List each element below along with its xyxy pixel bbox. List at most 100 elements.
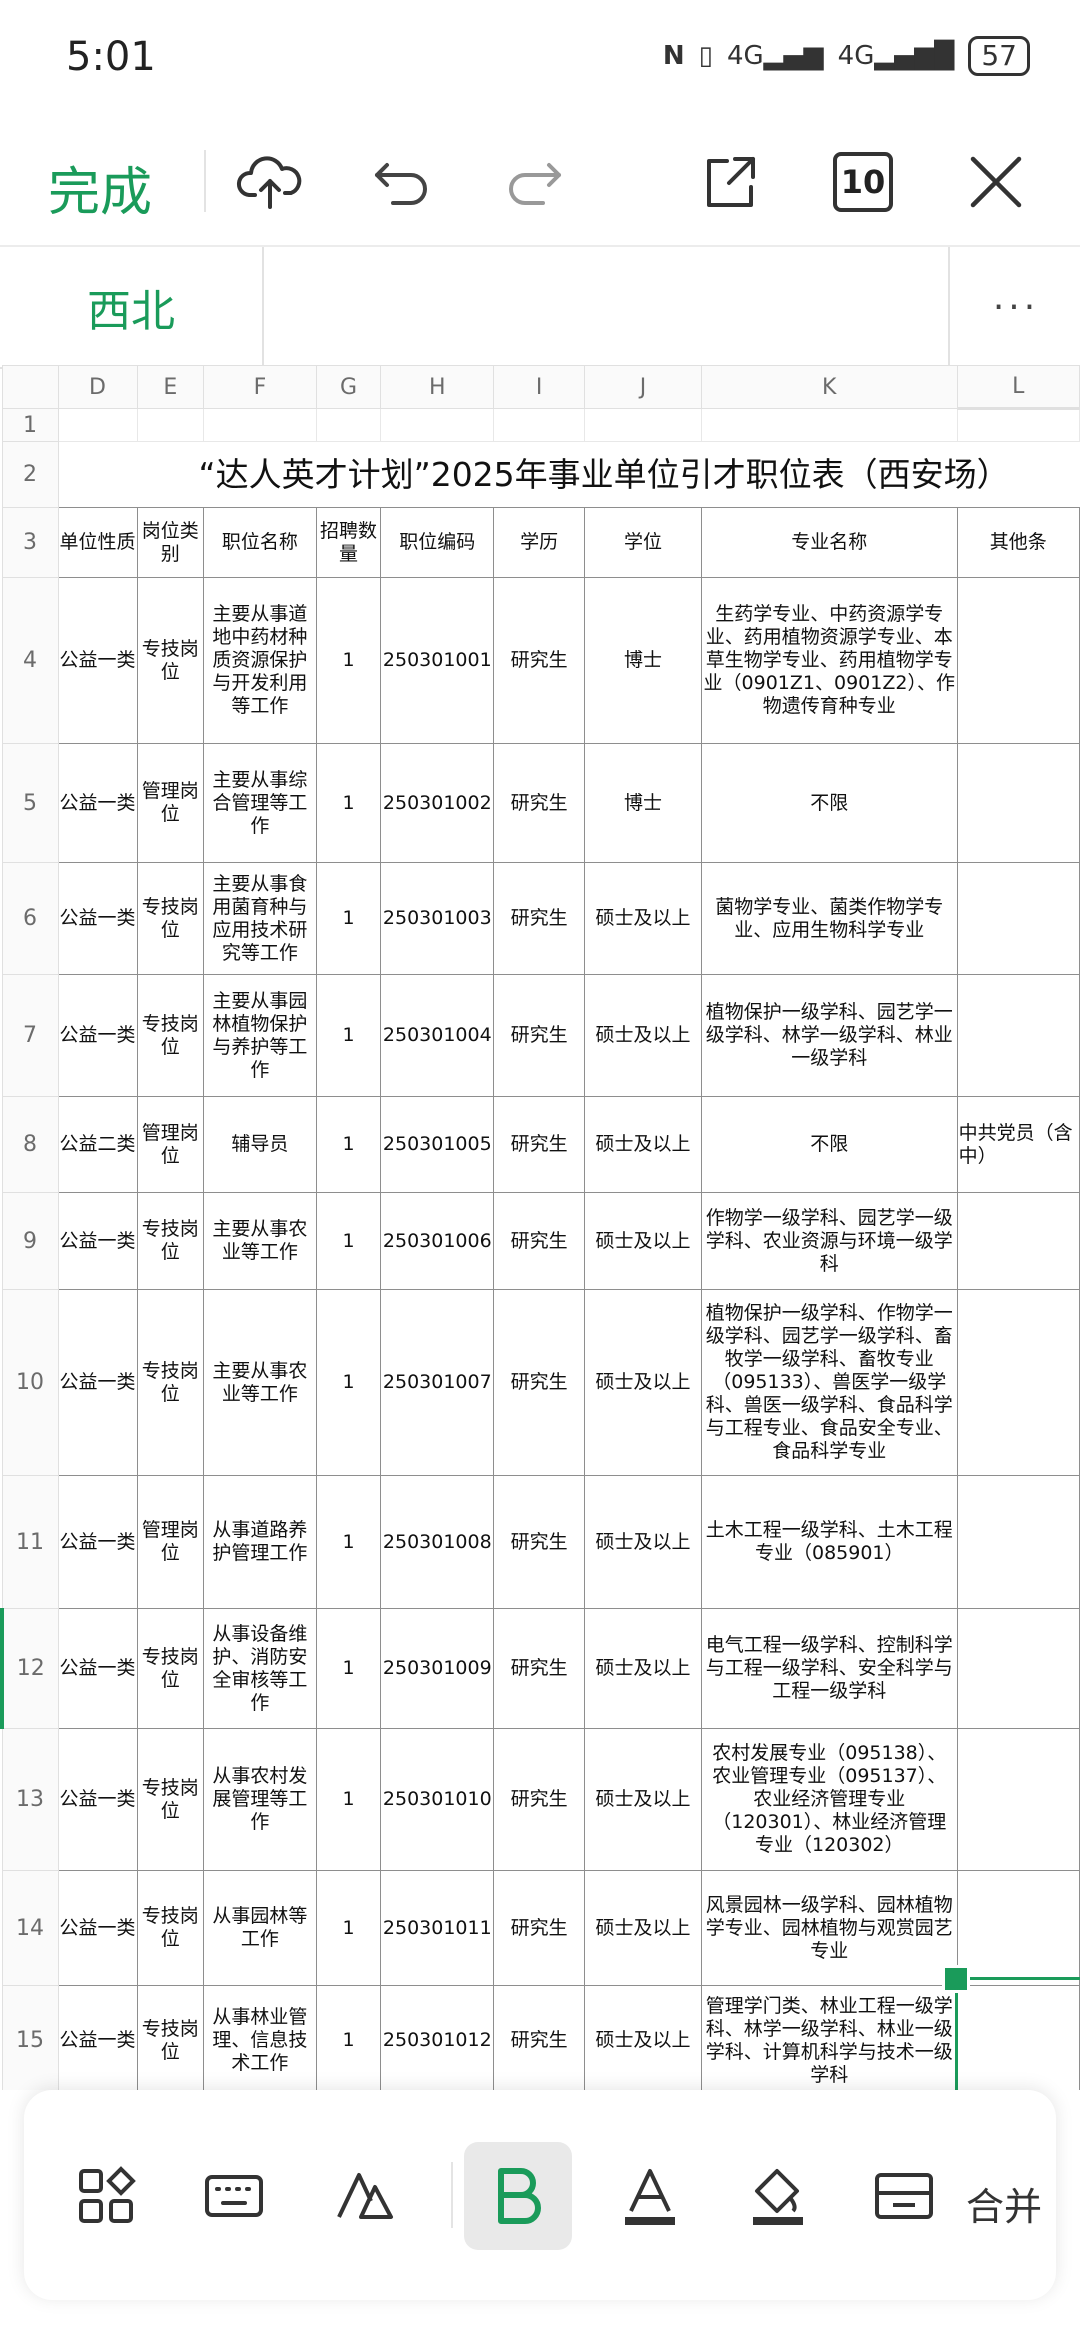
cell-other[interactable] xyxy=(956,1475,1080,1609)
row-header[interactable]: 10 xyxy=(1,1289,59,1476)
row-header[interactable]: 11 xyxy=(1,1475,59,1609)
column-header-j[interactable]: J xyxy=(584,365,702,409)
column-header-g[interactable]: G xyxy=(315,365,382,409)
header-cell[interactable]: 岗位类别 xyxy=(136,507,205,578)
row-header[interactable]: 2 xyxy=(1,441,59,508)
cell[interactable] xyxy=(203,408,317,442)
cell-major[interactable]: 风景园林一级学科、园林植物学专业、园林植物与观赏园艺专业 xyxy=(700,1870,958,1986)
cell-position-name[interactable]: 主要从事综合管理等工作 xyxy=(203,743,317,863)
cell-unit-type[interactable]: 公益一类 xyxy=(57,1728,138,1871)
cell-other[interactable] xyxy=(956,1192,1080,1290)
row-header[interactable]: 14 xyxy=(1,1870,59,1986)
row-header[interactable]: 7 xyxy=(1,974,59,1097)
cell-degree[interactable]: 硕士及以上 xyxy=(584,1985,702,2090)
cell-unit-type[interactable]: 公益一类 xyxy=(57,1608,138,1729)
cell-position-name[interactable]: 主要从事食用菌育种与应用技术研究等工作 xyxy=(203,862,317,975)
cell-other[interactable]: 中共党员（含中） xyxy=(956,1096,1080,1193)
cell-count[interactable]: 1 xyxy=(315,1096,382,1193)
cell-education[interactable]: 研究生 xyxy=(493,1870,586,1986)
cell-code[interactable]: 250301004 xyxy=(380,974,495,1097)
cell-unit-type[interactable]: 公益二类 xyxy=(57,1096,138,1193)
selection-handle[interactable] xyxy=(942,1965,970,1993)
row-header[interactable]: 6 xyxy=(1,862,59,975)
cell-code[interactable]: 250301003 xyxy=(380,862,495,975)
cell-count[interactable]: 1 xyxy=(315,1985,382,2090)
cell-major[interactable]: 土木工程一级学科、土木工程专业（085901） xyxy=(700,1475,958,1609)
cell-count[interactable]: 1 xyxy=(315,1192,382,1290)
row-header[interactable]: 5 xyxy=(1,743,59,863)
cell-position-name[interactable]: 主要从事道地中药材种质资源保护与开发利用等工作 xyxy=(203,577,317,744)
cell-count[interactable]: 1 xyxy=(315,1728,382,1871)
cell-major[interactable]: 植物保护一级学科、园艺学一级学科、林学一级学科、林业一级学科 xyxy=(700,974,958,1097)
more-icon[interactable]: ··· xyxy=(948,247,1080,367)
cell-other[interactable] xyxy=(956,974,1080,1097)
cell[interactable] xyxy=(136,408,205,442)
cell-unit-type[interactable]: 公益一类 xyxy=(57,577,138,744)
cell-other[interactable] xyxy=(956,577,1080,744)
cell-count[interactable]: 1 xyxy=(315,743,382,863)
row-header[interactable]: 3 xyxy=(1,507,59,578)
cell-unit-type[interactable]: 公益一类 xyxy=(57,862,138,975)
cell-position-type[interactable]: 专技岗位 xyxy=(136,974,205,1097)
cell-position-type[interactable]: 专技岗位 xyxy=(136,1608,205,1729)
cell-major[interactable]: 菌物学专业、菌类作物学专业、应用生物科学专业 xyxy=(700,862,958,975)
cell-degree[interactable]: 硕士及以上 xyxy=(584,1728,702,1871)
cell-count[interactable]: 1 xyxy=(315,1870,382,1986)
cell-unit-type[interactable]: 公益一类 xyxy=(57,1192,138,1290)
cell-major[interactable]: 作物学一级学科、园艺学一级学科、农业资源与环境一级学科 xyxy=(700,1192,958,1290)
cell-other[interactable] xyxy=(956,1870,1080,1986)
keyboard-icon[interactable] xyxy=(180,2142,288,2250)
cell-education[interactable]: 研究生 xyxy=(493,1096,586,1193)
cell-count[interactable]: 1 xyxy=(315,1475,382,1609)
cell-position-name[interactable]: 从事园林等工作 xyxy=(203,1870,317,1986)
cell[interactable] xyxy=(700,408,958,442)
cell-major[interactable]: 电气工程一级学科、控制科学与工程一级学科、安全科学与工程一级学科 xyxy=(700,1608,958,1729)
cell-degree[interactable]: 硕士及以上 xyxy=(584,1608,702,1729)
cell-position-type[interactable]: 专技岗位 xyxy=(136,862,205,975)
header-cell[interactable]: 单位性质 xyxy=(57,507,138,578)
header-cell[interactable]: 专业名称 xyxy=(700,507,958,578)
cell[interactable] xyxy=(584,408,702,442)
cell-degree[interactable]: 硕士及以上 xyxy=(584,862,702,975)
cell-code[interactable]: 250301012 xyxy=(380,1985,495,2090)
cell-degree[interactable]: 硕士及以上 xyxy=(584,1192,702,1290)
cell-code[interactable]: 250301010 xyxy=(380,1728,495,1871)
cell-education[interactable]: 研究生 xyxy=(493,1728,586,1871)
cell-degree[interactable]: 硕士及以上 xyxy=(584,1475,702,1609)
cell-major[interactable]: 农村发展专业（095138）、农业管理专业（095137）、农业经济管理专业（1… xyxy=(700,1728,958,1871)
cell[interactable] xyxy=(57,408,138,442)
cloud-upload-icon[interactable] xyxy=(230,142,310,222)
cell-degree[interactable]: 硕士及以上 xyxy=(584,1096,702,1193)
cell-position-type[interactable]: 专技岗位 xyxy=(136,1985,205,2090)
cell-position-name[interactable]: 主要从事农业等工作 xyxy=(203,1289,317,1476)
header-cell[interactable]: 职位名称 xyxy=(203,507,317,578)
cell-code[interactable]: 250301007 xyxy=(380,1289,495,1476)
column-header-h[interactable]: H xyxy=(380,365,495,409)
cell-unit-type[interactable]: 公益一类 xyxy=(57,1475,138,1609)
cell-count[interactable]: 1 xyxy=(315,577,382,744)
row-header[interactable]: 12 xyxy=(0,1608,59,1729)
cell-unit-type[interactable]: 公益一类 xyxy=(57,974,138,1097)
cell-education[interactable]: 研究生 xyxy=(493,862,586,975)
cell-education[interactable]: 研究生 xyxy=(493,1475,586,1609)
cell-other[interactable] xyxy=(956,1289,1080,1476)
cell-count[interactable]: 1 xyxy=(315,1608,382,1729)
column-header-e[interactable]: E xyxy=(136,365,205,409)
cell-position-type[interactable]: 管理岗位 xyxy=(136,1096,205,1193)
column-header-f[interactable]: F xyxy=(203,365,317,409)
row-header[interactable]: 13 xyxy=(1,1728,59,1871)
cell-code[interactable]: 250301006 xyxy=(380,1192,495,1290)
cell-position-type[interactable]: 专技岗位 xyxy=(136,1728,205,1871)
cell-code[interactable]: 250301001 xyxy=(380,577,495,744)
spreadsheet-grid[interactable]: D E F G H I J K L 1 2 “达人英才计划”2025年事业单位引… xyxy=(0,365,1080,2090)
cell-other[interactable] xyxy=(956,1608,1080,1729)
cell-count[interactable]: 1 xyxy=(315,862,382,975)
cell-position-name[interactable]: 辅导员 xyxy=(203,1096,317,1193)
cell-position-type[interactable]: 专技岗位 xyxy=(136,1289,205,1476)
cell-position-name[interactable]: 从事道路养护管理工作 xyxy=(203,1475,317,1609)
table-title[interactable]: “达人英才计划”2025年事业单位引才职位表（西安场） xyxy=(58,442,1080,508)
cell-degree[interactable]: 博士 xyxy=(584,743,702,863)
cell[interactable] xyxy=(380,408,495,442)
cell-degree[interactable]: 硕士及以上 xyxy=(584,974,702,1097)
cell-other[interactable] xyxy=(956,862,1080,975)
